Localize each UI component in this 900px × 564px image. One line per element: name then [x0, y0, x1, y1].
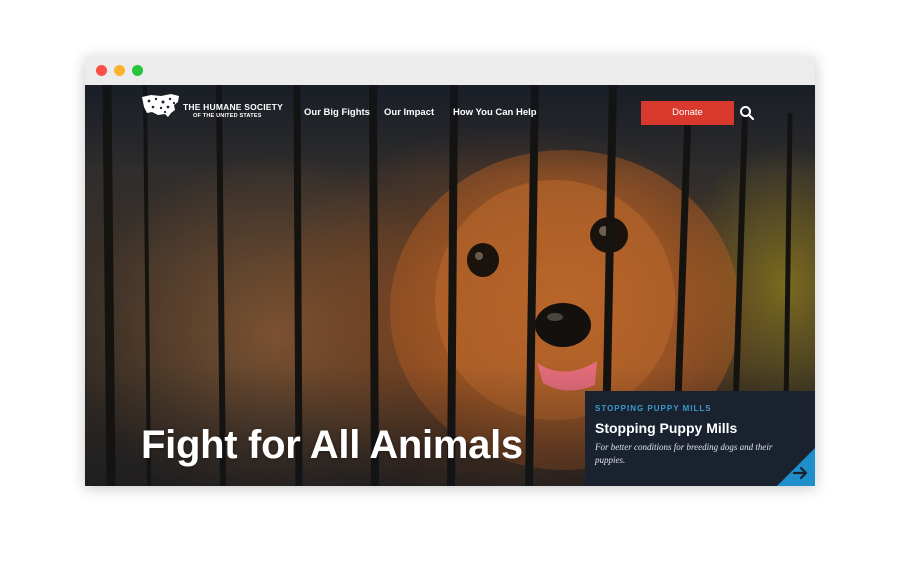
nav-link-how-you-can-help[interactable]: How You Can Help [453, 107, 537, 118]
browser-window: THE HUMANE SOCIETY OF THE UNITED STATES … [85, 57, 815, 486]
feature-kicker: STOPPING PUPPY MILLS [595, 404, 712, 413]
search-icon[interactable] [739, 105, 755, 121]
donate-button[interactable]: Donate [641, 101, 734, 125]
window-titlebar [85, 57, 815, 85]
feature-card[interactable]: STOPPING PUPPY MILLS Stopping Puppy Mill… [585, 391, 815, 486]
close-window-button[interactable] [96, 65, 107, 76]
page-viewport: THE HUMANE SOCIETY OF THE UNITED STATES … [85, 85, 815, 486]
usa-map-logo-icon [142, 94, 179, 117]
maximize-window-button[interactable] [132, 65, 143, 76]
logo-title: THE HUMANE SOCIETY [183, 102, 283, 112]
logo-subtitle: OF THE UNITED STATES [193, 113, 262, 119]
site-header: THE HUMANE SOCIETY OF THE UNITED STATES … [85, 85, 815, 141]
feature-description: For better conditions for breeding dogs … [595, 442, 773, 465]
minimize-window-button[interactable] [114, 65, 125, 76]
arrow-right-icon[interactable] [777, 448, 815, 486]
site-logo[interactable]: THE HUMANE SOCIETY OF THE UNITED STATES [141, 93, 291, 123]
nav-link-our-impact[interactable]: Our Impact [384, 107, 434, 118]
hero-headline: Fight for All Animals [141, 423, 523, 467]
feature-title[interactable]: Stopping Puppy Mills [595, 420, 737, 436]
nav-link-our-big-fights[interactable]: Our Big Fights [304, 107, 370, 118]
